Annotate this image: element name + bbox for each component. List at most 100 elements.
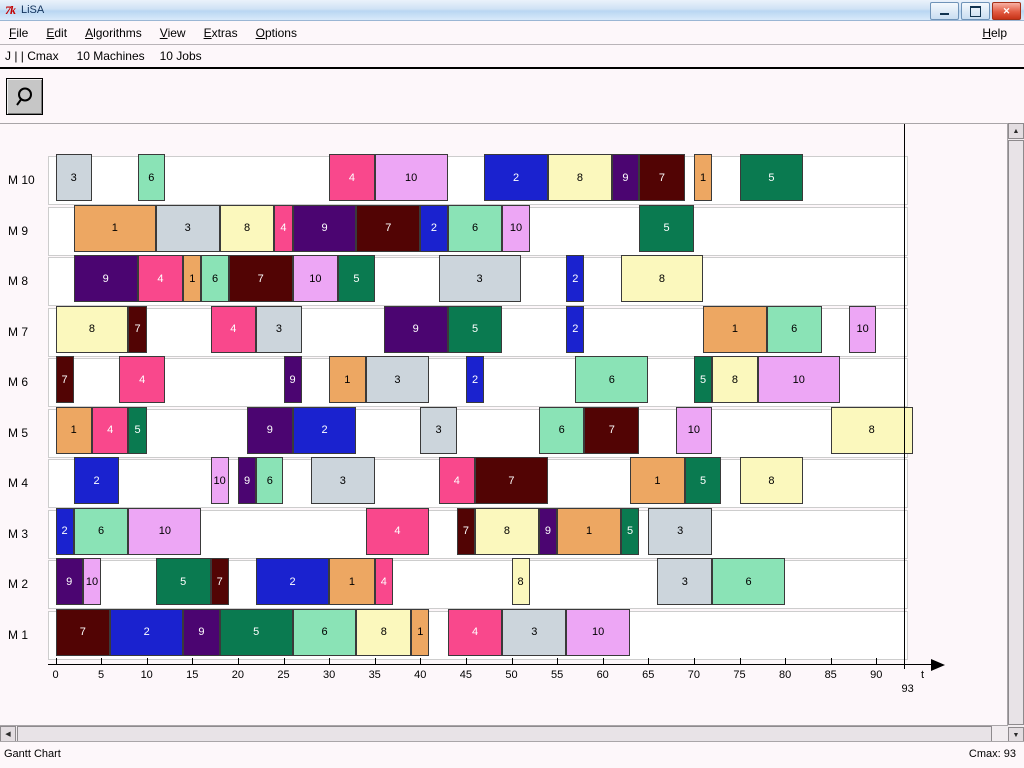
gantt-operation-block[interactable]: 3: [155, 204, 220, 252]
gantt-operation-block[interactable]: 1: [630, 457, 685, 504]
close-button[interactable]: ✕: [992, 2, 1021, 20]
gantt-operation-block[interactable]: 8: [475, 507, 539, 555]
menu-help[interactable]: Help: [973, 24, 1016, 42]
gantt-operation-block[interactable]: 1: [411, 608, 430, 656]
minimize-button[interactable]: [930, 2, 959, 20]
gantt-operation-block[interactable]: 2: [566, 305, 585, 353]
gantt-operation-block[interactable]: 4: [374, 558, 393, 605]
gantt-operation-block[interactable]: 7: [456, 507, 475, 555]
gantt-operation-block[interactable]: 2: [292, 406, 357, 454]
gantt-operation-block[interactable]: 6: [766, 305, 822, 353]
gantt-operation-block[interactable]: 10: [210, 457, 229, 504]
gantt-operation-block[interactable]: 1: [557, 507, 621, 555]
gantt-operation-block[interactable]: 4: [438, 457, 475, 504]
gantt-operation-block[interactable]: 7: [210, 558, 229, 605]
gantt-operation-block[interactable]: 2: [256, 558, 330, 605]
gantt-operation-block[interactable]: 6: [447, 204, 503, 252]
gantt-operation-block[interactable]: 6: [575, 356, 649, 403]
gantt-operation-block[interactable]: 5: [128, 406, 147, 454]
menu-file[interactable]: File: [0, 24, 37, 42]
gantt-operation-block[interactable]: 1: [329, 558, 375, 605]
gantt-operation-block[interactable]: 4: [274, 204, 293, 252]
gantt-operation-block[interactable]: 5: [338, 255, 375, 302]
gantt-operation-block[interactable]: 2: [110, 608, 184, 656]
gantt-operation-block[interactable]: 10: [292, 255, 339, 302]
gantt-operation-block[interactable]: 4: [91, 406, 129, 454]
vertical-scrollbar[interactable]: ▲ ▼: [1007, 123, 1024, 743]
gantt-operation-block[interactable]: 8: [511, 558, 530, 605]
gantt-operation-block[interactable]: 6: [712, 558, 786, 605]
gantt-operation-block[interactable]: 2: [55, 507, 74, 555]
gantt-operation-block[interactable]: 10: [757, 356, 840, 403]
gantt-operation-block[interactable]: 6: [137, 154, 165, 201]
gantt-operation-block[interactable]: 9: [237, 457, 257, 504]
gantt-operation-block[interactable]: 6: [292, 608, 357, 656]
gantt-operation-block[interactable]: 2: [465, 356, 485, 403]
gantt-operation-block[interactable]: 7: [128, 305, 147, 353]
gantt-operation-block[interactable]: 5: [620, 507, 640, 555]
gantt-operation-block[interactable]: 9: [247, 406, 293, 454]
gantt-operation-block[interactable]: 8: [356, 608, 412, 656]
gantt-operation-block[interactable]: 1: [183, 255, 202, 302]
gantt-operation-block[interactable]: 1: [329, 356, 366, 403]
gantt-operation-block[interactable]: 7: [55, 356, 74, 403]
gantt-operation-block[interactable]: 10: [566, 608, 631, 656]
gantt-operation-block[interactable]: 9: [538, 507, 558, 555]
gantt-operation-block[interactable]: 10: [374, 154, 448, 201]
gantt-operation-block[interactable]: 9: [292, 204, 357, 252]
menu-edit[interactable]: Edit: [37, 24, 76, 42]
gantt-operation-block[interactable]: 8: [55, 305, 129, 353]
gantt-operation-block[interactable]: 1: [73, 204, 156, 252]
gantt-operation-block[interactable]: 3: [657, 558, 713, 605]
gantt-operation-block[interactable]: 6: [538, 406, 585, 454]
gantt-operation-block[interactable]: 4: [210, 305, 257, 353]
gantt-operation-block[interactable]: 9: [55, 558, 83, 605]
gantt-operation-block[interactable]: 3: [420, 406, 457, 454]
menu-algorithms[interactable]: Algorithms: [76, 24, 151, 42]
gantt-operation-block[interactable]: 1: [55, 406, 92, 454]
gantt-operation-block[interactable]: 3: [55, 154, 92, 201]
gantt-operation-block[interactable]: 9: [283, 356, 302, 403]
restore-button[interactable]: [961, 2, 990, 20]
gantt-operation-block[interactable]: 3: [648, 507, 713, 555]
gantt-operation-block[interactable]: 10: [848, 305, 877, 353]
gantt-operation-block[interactable]: 5: [693, 356, 713, 403]
gantt-operation-block[interactable]: 3: [438, 255, 521, 302]
gantt-operation-block[interactable]: 8: [830, 406, 913, 454]
gantt-operation-block[interactable]: 10: [675, 406, 713, 454]
gantt-chart-panel[interactable]: M 10 3 6 4 10 2 8 9 7 1 5 M 9 1 3 8 4 9 7 2 6 10 5 M 8 9 4 1 6 7 10 5…: [0, 123, 1008, 744]
gantt-operation-block[interactable]: 6: [256, 457, 284, 504]
gantt-operation-block[interactable]: 4: [119, 356, 165, 403]
gantt-operation-block[interactable]: 10: [82, 558, 102, 605]
gantt-operation-block[interactable]: 10: [502, 204, 530, 252]
gantt-operation-block[interactable]: 4: [329, 154, 375, 201]
gantt-operation-block[interactable]: 9: [183, 608, 220, 656]
gantt-operation-block[interactable]: 2: [566, 255, 585, 302]
gantt-operation-block[interactable]: 8: [712, 356, 758, 403]
gantt-operation-block[interactable]: 6: [201, 255, 229, 302]
vertical-scroll-thumb[interactable]: [1008, 140, 1024, 725]
gantt-operation-block[interactable]: 5: [155, 558, 211, 605]
horizontal-scrollbar[interactable]: ◀: [0, 725, 1008, 742]
gantt-operation-block[interactable]: 5: [684, 457, 722, 504]
gantt-operation-block[interactable]: 3: [256, 305, 302, 353]
gantt-operation-block[interactable]: 5: [219, 608, 293, 656]
gantt-operation-block[interactable]: 10: [128, 507, 202, 555]
menu-view[interactable]: View: [151, 24, 195, 42]
gantt-operation-block[interactable]: 3: [502, 608, 567, 656]
gantt-operation-block[interactable]: 7: [639, 154, 685, 201]
gantt-operation-block[interactable]: 8: [739, 457, 804, 504]
gantt-operation-block[interactable]: 8: [219, 204, 275, 252]
gantt-operation-block[interactable]: 5: [447, 305, 503, 353]
gantt-operation-block[interactable]: 7: [228, 255, 293, 302]
zoom-button[interactable]: [6, 78, 43, 115]
gantt-operation-block[interactable]: 8: [547, 154, 612, 201]
gantt-operation-block[interactable]: 2: [484, 154, 548, 201]
gantt-operation-block[interactable]: 4: [447, 608, 503, 656]
menu-options[interactable]: Options: [247, 24, 306, 42]
scroll-up-button[interactable]: ▲: [1008, 123, 1024, 139]
gantt-operation-block[interactable]: 4: [137, 255, 184, 302]
gantt-operation-block[interactable]: 7: [55, 608, 111, 656]
scroll-left-button[interactable]: ◀: [0, 726, 16, 742]
gantt-operation-block[interactable]: 8: [620, 255, 704, 302]
